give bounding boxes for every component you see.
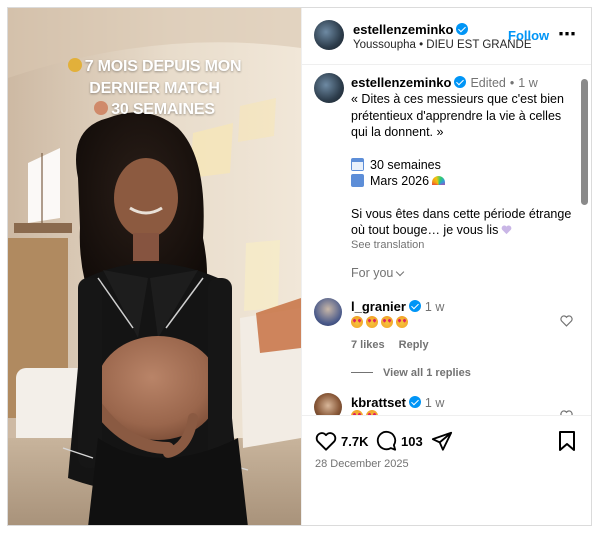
follow-button[interactable]: Follow [508,28,549,43]
medal-emoji-icon [67,58,82,72]
heart-eyes-emoji-icon [366,316,378,328]
comment-text [351,315,411,329]
comments-scroll-area[interactable]: estellenzeminko Edited • 1 w « Dites à ces … [302,65,591,415]
likes-count[interactable]: 7.7K [341,434,368,449]
comment-reply-button[interactable]: Reply [399,339,429,351]
verified-badge-icon [454,76,467,88]
audio-subtitle[interactable]: Youssoupha • DIEU EST GRANDE [353,39,532,51]
comment-meta: 7 likes Reply [351,339,443,351]
heart-eyes-emoji-icon [351,316,363,328]
comment-username-row: kbrattset 1 w [351,395,444,410]
overlay-text-line-1: 7 MOIS DEPUIS MON [8,58,301,76]
author-avatar[interactable] [314,20,344,50]
comment-time: 1 w [424,300,445,314]
separator-dot: • [509,76,515,90]
edited-label: Edited [470,76,506,90]
save-bookmark-icon[interactable] [558,430,576,452]
comment-time: 1 w [424,396,445,410]
overlay-text-line-2: DERNIER MATCH [89,80,220,97]
heart-eyes-emoji-icon [396,316,408,328]
overlay-text-line-3: 30 SEMAINES [8,101,301,119]
comment-avatar[interactable] [314,393,342,415]
see-translation-link[interactable]: See translation [351,239,424,251]
calendar-icon [351,157,364,171]
caption-text: « Dites à ces messieurs que c'est bien p… [351,91,573,239]
author-username[interactable]: estellenzeminko [353,22,469,37]
comment-avatar[interactable] [314,298,342,326]
scrollbar-thumb[interactable] [581,79,588,205]
comment-bubble-icon[interactable] [375,430,397,452]
caption-time: 1 w [518,76,538,90]
caption-weeks-line: 30 semaines [351,157,573,174]
like-heart-icon[interactable] [315,430,337,452]
comment-username[interactable]: kbrattset [351,395,406,410]
comment-likes-link[interactable]: 7 likes [351,339,385,351]
pregnant-woman-emoji-icon [94,101,109,115]
for-you-dropdown[interactable]: For you [351,266,405,280]
replies-line [351,372,373,373]
chevron-down-icon [396,267,405,277]
verified-badge-icon [408,300,421,312]
post-actions-bar: 7.7K 103 28 December 2025 [302,415,591,525]
verified-badge-icon [408,396,421,408]
more-horizontal-icon[interactable]: ⋯ [558,24,577,45]
caption-closing: Si vous êtes dans cette période étrange … [351,206,572,238]
post-header: estellenzeminko Youssoupha • DIEU EST GR… [302,8,591,65]
instagram-post-modal: 7 MOIS DEPUIS MON DERNIER MATCH 30 SEMAI… [7,7,592,526]
post-side-panel: estellenzeminko Youssoupha • DIEU EST GR… [301,8,591,525]
verified-badge-icon [456,23,469,35]
caption-quote: « Dites à ces messieurs que c'est bien p… [351,92,564,139]
share-paper-plane-icon[interactable] [431,430,453,452]
caption-author-avatar[interactable] [314,73,344,103]
lavender-heart-icon [501,225,512,235]
heart-eyes-emoji-icon [381,316,393,328]
comment-username-row: l_granier 1 w [351,299,444,314]
caption-username[interactable]: estellenzeminko [351,75,451,90]
comment-like-heart-icon[interactable] [560,315,573,327]
comments-count[interactable]: 103 [401,434,423,449]
post-date: 28 December 2025 [315,458,409,470]
post-video[interactable]: 7 MOIS DEPUIS MON DERNIER MATCH 30 SEMAI… [8,8,301,525]
caption-username-row: estellenzeminko Edited • 1 w [351,75,538,90]
view-replies-link[interactable]: View all 1 replies [351,367,471,379]
caption-date-line: Mars 2026 [351,173,573,190]
soon-arrow-icon [351,174,364,187]
rainbow-icon [432,176,446,185]
comment-username[interactable]: l_granier [351,299,406,314]
